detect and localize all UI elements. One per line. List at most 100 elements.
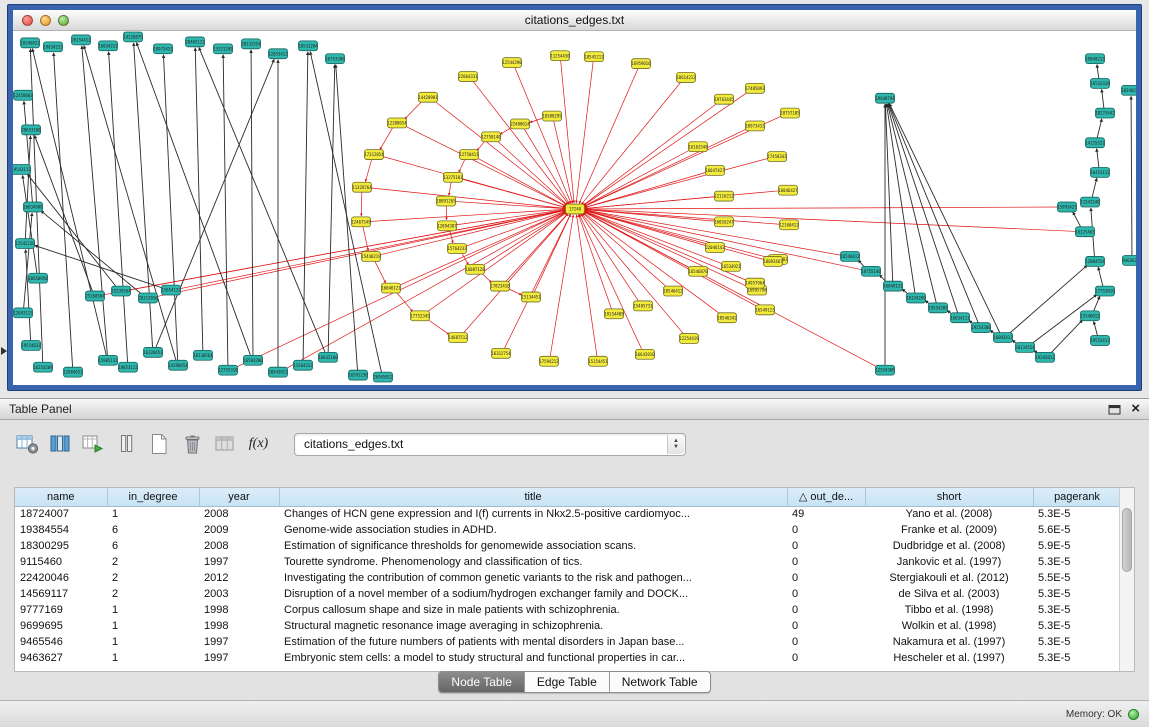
table-icon[interactable] [214,433,237,455]
network-node[interactable]: 12458803 [13,90,33,100]
network-node[interactable]: 12750411 [459,150,479,160]
table-mode-icon[interactable] [16,433,39,455]
network-node[interactable]: 18757105 [780,108,800,118]
network-node[interactable]: 20132554 [241,39,261,49]
network-node[interactable]: 17240 [566,204,585,214]
network-node[interactable]: 18545212 [584,52,604,62]
network-node[interactable]: 18340215 [1121,85,1136,95]
network-node[interactable]: 16959010 [631,59,651,69]
network-node[interactable]: 19034215 [43,42,63,52]
network-edge[interactable] [223,55,228,366]
network-edge[interactable] [35,135,93,292]
network-svg[interactable]: 1854521216959010186142121976344510973433… [13,31,1136,385]
network-edge[interactable] [459,158,466,173]
network-node[interactable]: 11328764 [352,182,372,192]
network-node[interactable]: 19040213 [1085,54,1105,64]
network-edge[interactable] [584,148,693,206]
network-node[interactable]: 17485093 [745,83,765,93]
network-node[interactable]: 12004554 [1085,256,1105,266]
network-edge[interactable] [579,67,638,203]
network-node[interactable]: 15154451 [588,356,608,366]
zoom-window-icon[interactable] [58,15,69,26]
network-edge[interactable] [163,55,177,362]
network-edge[interactable] [1092,178,1097,198]
network-edge[interactable] [1097,65,1099,80]
network-node[interactable]: 11543240 [1080,197,1100,207]
network-node[interactable]: 16034111 [950,313,970,323]
network-node[interactable]: 19254300 [971,323,991,333]
network-node[interactable]: 16046427 [778,185,798,195]
network-node[interactable]: 16034988 [23,202,43,212]
network-edge[interactable] [1131,96,1132,256]
import-table-icon[interactable] [82,433,105,455]
network-node[interactable]: 15546012 [1080,311,1100,321]
network-node[interactable]: 18614212 [676,73,696,83]
table-row[interactable]: 911546021997Tourette syndrome. Phenomeno… [15,554,1121,570]
network-node[interactable]: 11254430 [550,51,570,61]
network-edge[interactable] [534,214,571,293]
network-edge[interactable] [474,156,566,206]
network-edge[interactable] [585,209,1079,231]
network-node[interactable]: 18755140 [861,266,881,276]
select-columns-icon[interactable] [49,433,72,455]
network-node[interactable]: 20465112 [185,37,205,47]
column-header-title[interactable]: title [279,488,787,506]
network-edge[interactable] [449,181,452,195]
network-edge[interactable] [553,120,572,203]
network-node[interactable]: 19154409 [604,309,624,319]
network-node[interactable]: 16542310 [1090,78,1110,88]
network-node[interactable]: 19648794 [875,93,895,103]
network-edge[interactable] [310,52,382,374]
table-row[interactable]: 1830029562008Estimation of significance … [15,538,1121,554]
network-node[interactable]: 16162548 [688,142,708,152]
network-edge[interactable] [26,250,31,342]
network-node[interactable]: 16049131 [883,281,903,291]
network-node[interactable]: 22064331 [458,72,478,82]
column-header-name[interactable]: name [15,488,107,506]
network-window[interactable]: citations_edges.txt 18545212169590101861… [7,4,1142,391]
network-edge[interactable] [1097,119,1102,139]
network-node[interactable]: 16047427 [705,165,725,175]
network-edge[interactable] [374,260,386,283]
network-node[interactable]: 15440219 [361,252,381,262]
network-node[interactable]: 17450343 [767,152,787,162]
network-node[interactable]: 11504312 [293,360,313,370]
new-file-icon[interactable] [148,433,171,455]
network-node[interactable]: 20945012 [373,372,393,382]
table-row[interactable]: 977716911998Corpus callosum shape and si… [15,602,1121,618]
network-node[interactable]: 20943012 [268,367,288,377]
network-edge[interactable] [585,207,1061,209]
network-node[interactable]: 13275101 [443,172,463,182]
close-panel-icon[interactable]: × [1131,403,1140,415]
network-node[interactable]: 18546412 [663,286,683,296]
network-node[interactable]: 16016247 [714,217,734,227]
network-edge[interactable] [584,212,880,369]
network-edge[interactable] [585,196,718,208]
network-node[interactable]: 14420981 [418,92,438,102]
network-node[interactable]: 16643910 [635,349,655,359]
network-node[interactable]: 12160412 [779,220,799,230]
network-edge[interactable] [1049,320,1082,355]
network-node[interactable]: 15054133 [161,285,181,295]
network-edge[interactable] [41,211,144,296]
delete-table-icon[interactable] [181,433,204,455]
network-edge[interactable] [550,215,573,358]
network-node[interactable]: 16832100 [318,352,338,362]
network-edge[interactable] [155,59,274,348]
network-node[interactable]: 11542230 [15,239,35,249]
network-edge[interactable] [251,50,253,357]
network-node[interactable]: 16591230 [348,370,368,380]
network-edge[interactable] [582,213,685,335]
column-header-in_degree[interactable]: in_degree [107,488,199,506]
network-edge[interactable] [405,100,424,119]
network-edge[interactable] [1093,296,1100,312]
network-node[interactable]: 19245012 [1035,352,1055,362]
network-node[interactable]: 16087120 [465,264,485,274]
column-header-pagerank[interactable]: pagerank [1033,488,1121,506]
network-node[interactable]: 12853412 [268,49,288,59]
network-edge[interactable] [453,210,565,226]
network-edge[interactable] [35,245,166,288]
network-edge[interactable] [523,127,569,204]
network-edge[interactable] [1097,149,1099,169]
network-node[interactable]: 19763445 [714,94,734,104]
